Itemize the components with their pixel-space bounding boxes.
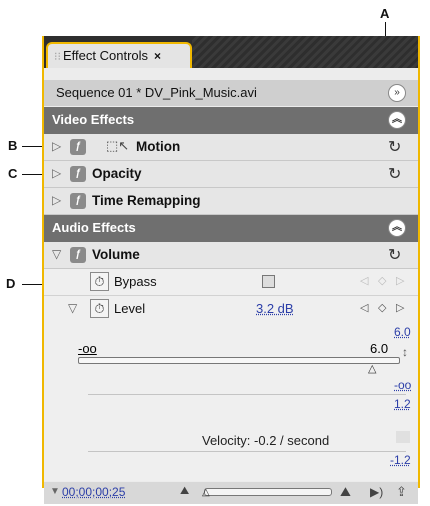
video-effects-label: Video Effects: [52, 112, 135, 127]
reset-icon[interactable]: ↻: [388, 164, 404, 183]
level-slider-thumb[interactable]: △: [368, 362, 376, 375]
level-label: Level: [114, 301, 146, 316]
expand-triangle-icon[interactable]: ▷: [52, 166, 61, 180]
collapse-audio-icon[interactable]: ︽: [388, 219, 406, 237]
collapse-video-icon[interactable]: ︽: [388, 111, 406, 129]
next-keyframe-icon[interactable]: ▷: [396, 274, 404, 287]
audio-effects-label: Audio Effects: [52, 220, 136, 235]
transform-icon[interactable]: ⬚↖: [106, 138, 129, 154]
panel-tab-bar: ⁝⁝ Effect Controls ×: [44, 36, 418, 68]
time-remapping-label: Time Remapping: [92, 193, 201, 208]
add-keyframe-icon[interactable]: ◇: [378, 274, 386, 287]
opacity-effect-row[interactable]: ▷ ƒ Opacity ↻: [44, 161, 418, 188]
callout-b: B: [8, 138, 18, 153]
audio-effects-header: Audio Effects ︽: [44, 215, 418, 242]
collapse-triangle-icon[interactable]: ▽: [52, 247, 61, 261]
volume-effect-row[interactable]: ▽ ƒ Volume ↻: [44, 242, 418, 269]
bypass-checkbox[interactable]: [262, 275, 275, 288]
timecode-triangle-icon[interactable]: ▼: [50, 486, 60, 497]
scale-toggle-icon[interactable]: ↕: [402, 345, 408, 359]
volume-label: Volume: [92, 247, 140, 262]
velocity-graph-box: [396, 431, 410, 443]
zoom-in-icon[interactable]: ⛰: [340, 484, 351, 500]
fx-toggle-icon[interactable]: ƒ: [70, 166, 86, 182]
level-graph-area: 6.0 -oo 6.0 ↕ △ -oo 1.2 Velocity: -0.2 /…: [44, 323, 418, 481]
motion-effect-row[interactable]: ▷ ƒ ⬚↖ Motion ↻: [44, 134, 418, 161]
expand-triangle-icon[interactable]: ▷: [52, 193, 61, 207]
bypass-row: ⏱ Bypass ◁ ◇ ▷: [44, 269, 418, 296]
timecode-display[interactable]: 00;00;00;25: [62, 485, 125, 499]
zoom-out-icon[interactable]: ⛰: [180, 485, 189, 498]
slider-min-label: -oo: [78, 341, 97, 356]
motion-label: Motion: [136, 139, 181, 154]
next-keyframe-icon[interactable]: ▷: [396, 301, 404, 314]
tab-effect-controls[interactable]: ⁝⁝ Effect Controls ×: [46, 42, 192, 68]
effect-controls-panel: ⁝⁝ Effect Controls × Sequence 01 * DV_Pink…: [42, 36, 420, 504]
video-effects-header: Video Effects ︽: [44, 107, 418, 134]
zoom-slider-track[interactable]: [204, 488, 332, 496]
graph-divider: [88, 394, 406, 395]
stopwatch-icon[interactable]: ⏱: [90, 299, 109, 318]
zoom-slider-thumb[interactable]: △: [202, 487, 210, 498]
level-slider-track[interactable]: [78, 357, 400, 364]
grip-icon: ⁝⁝: [54, 51, 61, 63]
loop-audio-icon[interactable]: ⇪: [396, 484, 407, 500]
callout-a: A: [380, 6, 390, 21]
time-remapping-effect-row[interactable]: ▷ ƒ Time Remapping: [44, 188, 418, 215]
add-keyframe-icon[interactable]: ◇: [378, 301, 386, 314]
scale-neg-inf-value: -oo: [394, 378, 412, 392]
tab-bar-fill: [192, 36, 418, 68]
panel-footer: ▼ 00;00;00;25 ⛰ △ ⛰ ▶︎) ⇪: [44, 482, 418, 504]
level-value[interactable]: 3.2 dB: [256, 301, 294, 316]
reset-icon[interactable]: ↻: [388, 245, 404, 264]
opacity-label: Opacity: [92, 166, 142, 181]
fx-toggle-icon[interactable]: ƒ: [70, 247, 86, 263]
close-icon[interactable]: ×: [154, 49, 161, 63]
velocity-readout: Velocity: -0.2 / second: [202, 433, 330, 448]
sequence-clip-name: Sequence 01 * DV_Pink_Music.avi: [56, 85, 257, 100]
stopwatch-icon[interactable]: ⏱: [90, 272, 109, 291]
scale-top-value: 6.0: [394, 325, 411, 339]
slider-max-label: 6.0: [370, 341, 389, 356]
play-audio-icon[interactable]: ▶︎): [370, 485, 383, 499]
show-timeline-button[interactable]: »: [388, 84, 406, 102]
fx-toggle-icon[interactable]: ƒ: [70, 139, 86, 155]
fx-toggle-icon[interactable]: ƒ: [70, 193, 86, 209]
prev-keyframe-icon[interactable]: ◁: [360, 301, 368, 314]
graph-bottom-line: [88, 451, 406, 452]
expand-triangle-icon[interactable]: ▷: [52, 139, 61, 153]
callout-c: C: [8, 166, 18, 181]
level-row: ▽ ⏱ Level 3.2 dB ◁ ◇ ▷: [44, 296, 418, 323]
scale-velocity-top: 1.2: [394, 397, 411, 411]
reset-icon[interactable]: ↻: [388, 137, 404, 156]
collapse-triangle-icon[interactable]: ▽: [68, 301, 77, 315]
bypass-label: Bypass: [114, 274, 157, 289]
callout-d: D: [6, 276, 16, 291]
sequence-clip-row: Sequence 01 * DV_Pink_Music.avi »: [44, 80, 418, 106]
tab-label: Effect Controls: [63, 48, 149, 63]
prev-keyframe-icon[interactable]: ◁: [360, 274, 368, 287]
scale-velocity-bottom: -1.2: [390, 453, 411, 467]
